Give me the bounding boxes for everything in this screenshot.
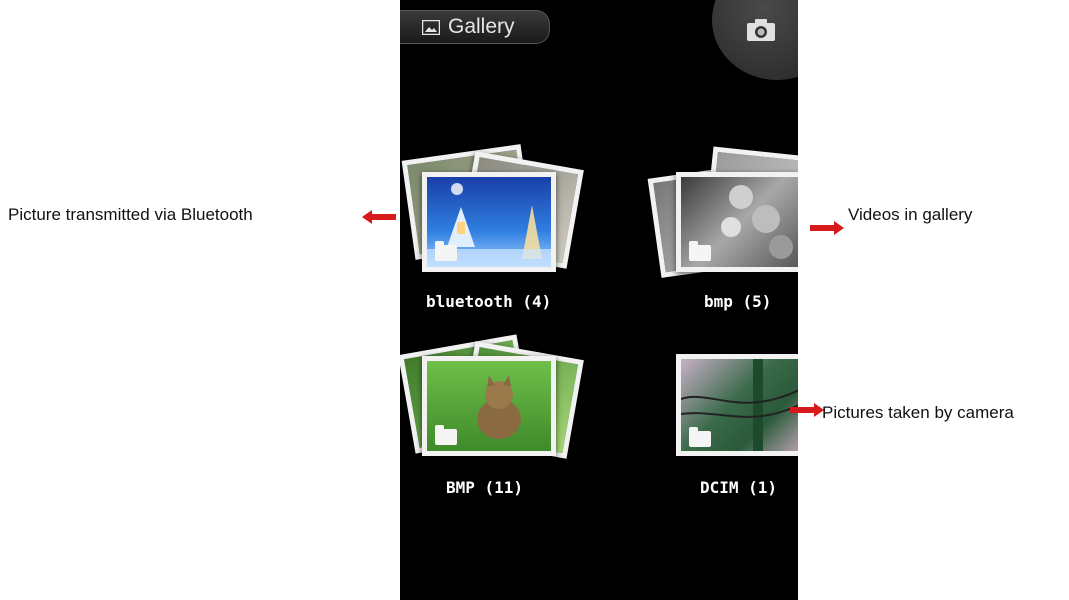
gallery-screen: Gallery bluetooth (4) bmp (5) BMP (11) D… <box>400 0 798 600</box>
camera-button[interactable] <box>712 0 798 80</box>
folder-icon <box>435 241 457 261</box>
arrow-right-icon <box>790 403 824 417</box>
annotation-videos: Videos in gallery <box>848 205 973 224</box>
picture-icon <box>422 19 440 35</box>
camera-icon <box>747 19 775 41</box>
folder-icon <box>435 425 457 445</box>
album-cover <box>422 172 556 272</box>
album-label: BMP (11) <box>446 478 524 497</box>
album-bluetooth[interactable]: bluetooth (4) <box>400 140 600 320</box>
album-bmp-upper[interactable]: BMP (11) <box>400 330 600 510</box>
album-label: bmp (5) <box>704 292 772 311</box>
album-label: bluetooth (4) <box>426 292 552 311</box>
gallery-button[interactable]: Gallery <box>400 10 550 44</box>
folder-icon <box>689 427 711 447</box>
folder-icon <box>689 241 711 261</box>
annotation-bluetooth: Picture transmitted via Bluetooth <box>8 205 253 224</box>
album-label: DCIM (1) <box>700 478 778 497</box>
gallery-title: Gallery <box>448 15 515 38</box>
arrow-left-icon <box>362 210 396 224</box>
album-cover <box>422 356 556 456</box>
arrow-right-icon <box>810 221 844 235</box>
album-cover <box>676 354 798 456</box>
album-dcim[interactable]: DCIM (1) <box>648 330 798 510</box>
annotation-camera: Pictures taken by camera <box>822 403 1014 422</box>
album-bmp-lower[interactable]: bmp (5) <box>647 140 798 320</box>
album-cover <box>676 172 798 272</box>
